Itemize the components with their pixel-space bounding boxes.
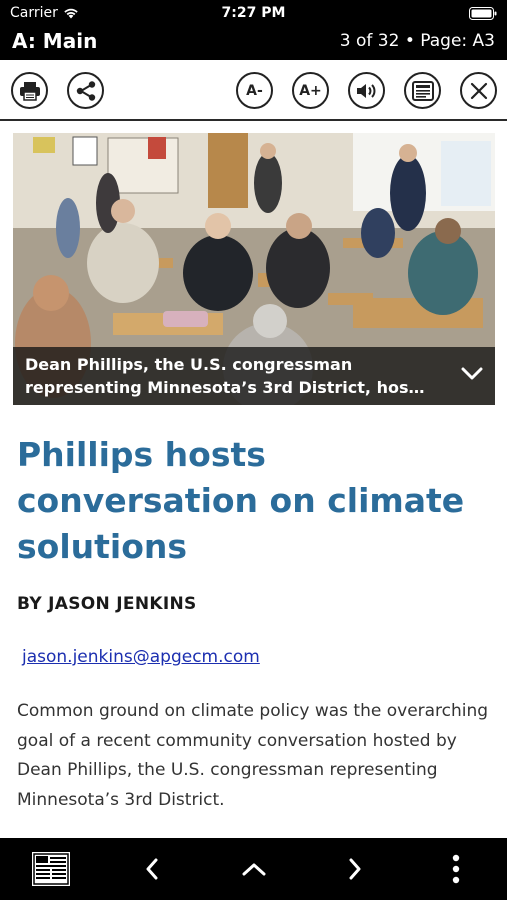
text-view-icon: [411, 80, 434, 101]
section-title[interactable]: A: Main: [12, 29, 97, 53]
font-decrease-label: A-: [246, 82, 263, 99]
author-email-link[interactable]: jason.jenkins@apgecm.com: [22, 647, 260, 667]
more-vertical-icon: [452, 854, 460, 884]
chevron-right-icon: [349, 858, 361, 880]
status-bar: Carrier 7:27 PM: [0, 0, 507, 26]
article-photo[interactable]: Dean Phillips, the U.S. congressman repr…: [13, 133, 495, 405]
next-article-button[interactable]: [335, 850, 375, 888]
status-time: 7:27 PM: [221, 5, 286, 21]
bottom-navigation: [0, 838, 507, 900]
font-decrease-button[interactable]: A-: [236, 72, 273, 109]
chevron-down-icon[interactable]: [461, 367, 483, 381]
page-position: 3 of 32 • Page: A3: [339, 31, 495, 51]
text-view-button[interactable]: [404, 72, 441, 109]
scroll-up-button[interactable]: [234, 850, 274, 888]
article-body: Common ground on climate policy was the …: [17, 701, 489, 810]
more-options-button[interactable]: [436, 850, 476, 888]
article-toolbar: A- A+: [0, 60, 507, 121]
font-increase-label: A+: [299, 82, 322, 99]
read-aloud-button[interactable]: [348, 72, 385, 109]
article-byline: BY JASON JENKINS: [17, 594, 197, 614]
reader-header: A: Main 3 of 32 • Page: A3: [0, 26, 507, 60]
share-button[interactable]: [67, 72, 104, 109]
caption-text: Dean Phillips, the U.S. congressman repr…: [25, 355, 425, 397]
chevron-up-icon: [242, 863, 266, 876]
print-button[interactable]: [11, 72, 48, 109]
close-button[interactable]: [460, 72, 497, 109]
battery-icon: [469, 7, 497, 20]
previous-article-button[interactable]: [132, 850, 172, 888]
font-increase-button[interactable]: A+: [292, 72, 329, 109]
article-headline: Phillips hosts conversation on climate s…: [17, 435, 465, 566]
photo-caption[interactable]: Dean Phillips, the U.S. congressman repr…: [13, 347, 495, 405]
newspaper-button[interactable]: [31, 850, 71, 888]
chevron-left-icon: [146, 858, 158, 880]
share-icon: [76, 80, 95, 101]
speaker-icon: [356, 83, 375, 98]
newspaper-icon: [32, 852, 70, 886]
print-icon: [19, 81, 40, 101]
close-icon: [470, 82, 487, 99]
